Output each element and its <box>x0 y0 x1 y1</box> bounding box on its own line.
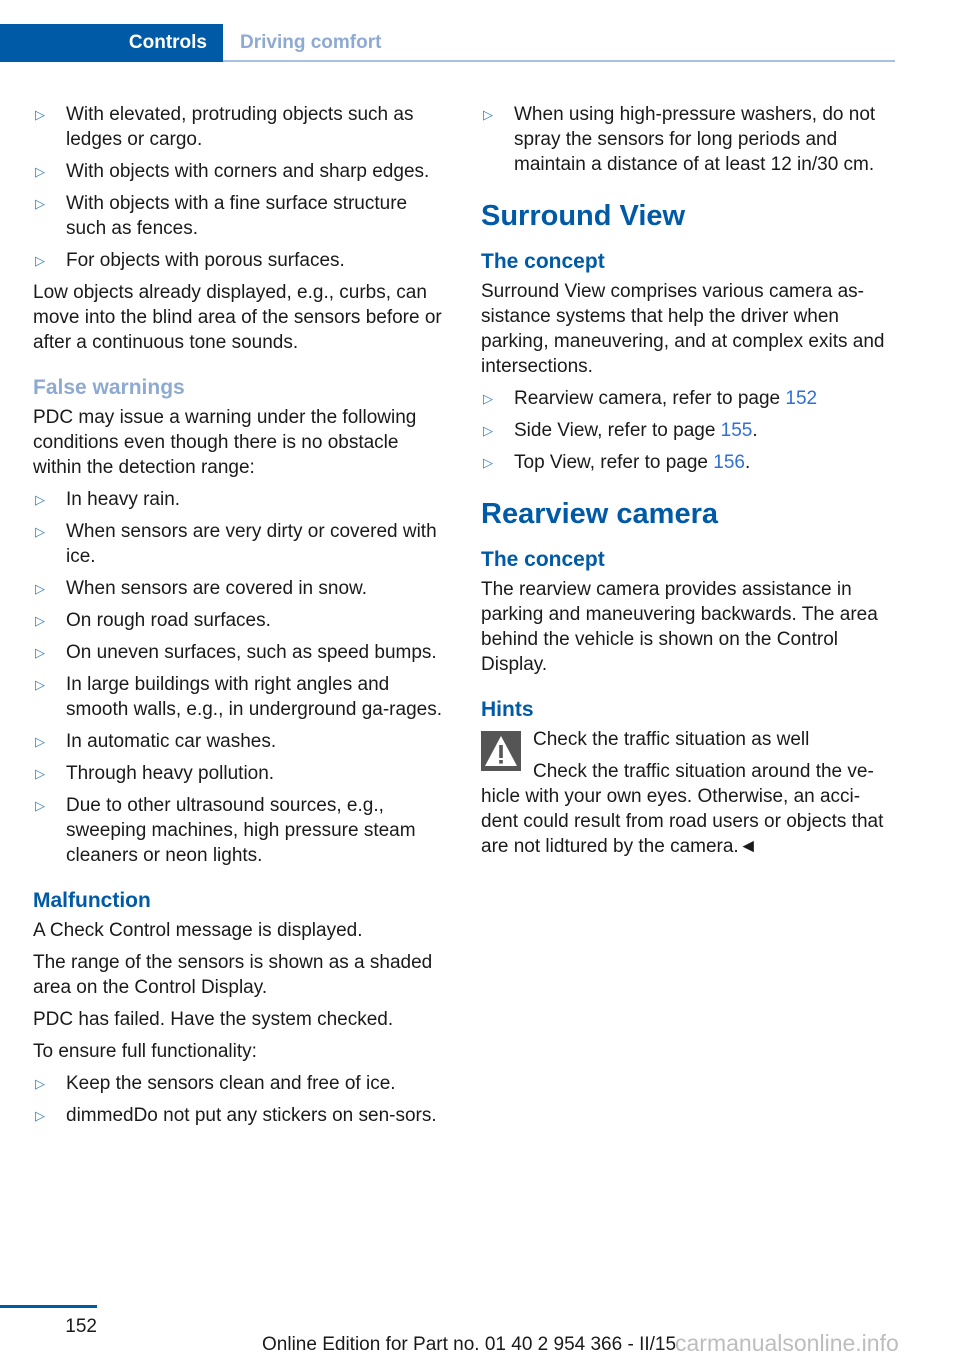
list-item-text: On rough road surfaces. <box>66 610 271 631</box>
hints-heading: Hints <box>481 698 534 721</box>
end-mark-icon: ◄ <box>738 836 758 857</box>
malfunction-paragraph: The range of the sensors is shown as a s… <box>33 952 433 998</box>
chapter-tab-driving-comfort[interactable]: Driving comfort <box>240 24 381 62</box>
header-rule <box>223 60 895 62</box>
right-column: ▷ When using high-pressure washers, do no… <box>481 102 896 866</box>
triangle-bullet-icon: ▷ <box>35 734 45 749</box>
triangle-bullet-icon: ▷ <box>35 164 45 179</box>
list-item: ▷ When sensors are covered in snow. <box>33 576 448 601</box>
list-item: ▷ Keep the sensors clean and free of ice. <box>33 1071 448 1096</box>
page-link-155[interactable]: 155 <box>721 420 753 441</box>
surround-view-refs: ▷ Rearview camera, refer to page 152 ▷ Sid… <box>481 386 896 475</box>
triangle-bullet-icon: ▷ <box>483 391 493 406</box>
edition-label: Online Edition for Part no. 01 40 2 954 … <box>262 1334 677 1355</box>
false-warnings-intro: PDC may issue a warning under the follow… <box>33 407 417 478</box>
surround-view-heading: Surround View <box>481 200 686 232</box>
page-link-156[interactable]: 156 <box>713 452 745 473</box>
triangle-bullet-icon: ▷ <box>35 798 45 813</box>
page-header: Controls Driving comfort <box>0 24 895 62</box>
triangle-bullet-icon: ▷ <box>35 613 45 628</box>
triangle-bullet-icon: ▷ <box>35 253 45 268</box>
triangle-bullet-icon: ▷ <box>35 645 45 660</box>
list-item: ▷ In automatic car washes. <box>33 729 448 754</box>
surround-view-concept-text: Surround View comprises various camera a… <box>481 281 885 377</box>
warning-title: Check the traffic situation as well <box>533 729 810 750</box>
ref-text: Side View, refer to page <box>514 420 721 441</box>
warning-note: Check the traffic situation as well Chec… <box>481 727 896 859</box>
list-item: ▷ Through heavy pollution. <box>33 761 448 786</box>
list-item: ▷ When using high-pressure washers, do no… <box>481 102 896 177</box>
list-item: ▷ When sensors are very dirty or covered … <box>33 519 448 569</box>
ref-text: Rearview camera, refer to page <box>514 388 786 409</box>
false-warnings-heading: False warnings <box>33 376 185 399</box>
list-item-text: In heavy rain. <box>66 489 181 510</box>
watermark: carmanualsonline.info <box>675 1330 899 1356</box>
list-item: ▷ Due to other ultrasound sources, e.g., … <box>33 793 448 868</box>
warning-body: Check the traffic situation around the v… <box>481 761 884 857</box>
detection-limits-list: ▷ With elevated, protruding objects such … <box>33 102 448 273</box>
triangle-bullet-icon: ▷ <box>35 492 45 507</box>
list-item: ▷ dimmedDo not put any stickers on sen-so… <box>33 1103 448 1128</box>
triangle-bullet-icon: ▷ <box>35 524 45 539</box>
list-item: ▷ In heavy rain. <box>33 487 448 512</box>
list-item: ▷ In large buildings with right angles an… <box>33 672 448 722</box>
list-item: ▷ Side View, refer to page 155. <box>481 418 896 443</box>
rearview-concept-heading: The concept <box>481 548 605 571</box>
triangle-bullet-icon: ▷ <box>35 196 45 211</box>
list-item-text: In large buildings with right angles and… <box>66 674 442 720</box>
list-item-text: Due to other ultrasound sources, e.g., s… <box>66 795 416 866</box>
page-link-152[interactable]: 152 <box>785 388 817 409</box>
list-item: ▷ With elevated, protruding objects such … <box>33 102 448 152</box>
washer-list: ▷ When using high-pressure washers, do no… <box>481 102 896 177</box>
warning-triangle-icon <box>481 731 521 771</box>
triangle-bullet-icon: ▷ <box>35 581 45 596</box>
triangle-bullet-icon: ▷ <box>35 107 45 122</box>
ref-suffix: . <box>752 420 758 441</box>
triangle-bullet-icon: ▷ <box>483 423 493 438</box>
list-item-text: Through heavy pollution. <box>66 763 275 784</box>
list-item-text: With objects with corners and sharp edge… <box>66 161 430 182</box>
triangle-bullet-icon: ▷ <box>483 107 493 122</box>
triangle-bullet-icon: ▷ <box>483 455 493 470</box>
list-item-text: When sensors are very dirty or covered w… <box>66 521 437 567</box>
triangle-bullet-icon: ▷ <box>35 1108 45 1123</box>
list-item: ▷ With objects with corners and sharp edg… <box>33 159 448 184</box>
list-item-text: With objects with a fine surface structu… <box>66 193 408 239</box>
section-tab-controls[interactable]: Controls <box>0 24 223 62</box>
list-item-text: With elevated, protruding objects such a… <box>66 104 414 150</box>
rearview-concept-text: The rearview camera provides assistance … <box>481 579 878 675</box>
list-item: ▷ Top View, refer to page 156. <box>481 450 896 475</box>
ref-suffix: . <box>744 452 751 473</box>
triangle-bullet-icon: ▷ <box>35 766 45 781</box>
page-number: 152 <box>65 1316 97 1337</box>
triangle-bullet-icon: ▷ <box>35 1076 45 1091</box>
list-item-text: In automatic car washes. <box>66 731 277 752</box>
list-item-text: Keep the sensors clean and free of ice. <box>66 1073 396 1094</box>
functionality-list: ▷ Keep the sensors clean and free of ice.… <box>33 1071 448 1128</box>
list-item-text: For objects with porous surfaces. <box>66 250 345 271</box>
list-item: ▷ On uneven surfaces, such as speed bumps… <box>33 640 448 665</box>
list-item-text: When sensors are covered in snow. <box>66 578 367 599</box>
false-warnings-list: ▷ In heavy rain. ▷ When sensors are very d… <box>33 487 448 868</box>
malfunction-paragraph: PDC has failed. Have the system checked. <box>33 1009 394 1030</box>
ref-text: Top View, refer to page <box>514 452 714 473</box>
low-objects-paragraph: Low objects already displayed, e.g., cur… <box>33 282 442 353</box>
malfunction-paragraph: To ensure full functionality: <box>33 1041 257 1062</box>
list-item: ▷ Rearview camera, refer to page 152 <box>481 386 896 411</box>
list-item: ▷ For objects with porous surfaces. <box>33 248 448 273</box>
list-item-text: When using high-pressure washers, do not… <box>514 104 876 175</box>
rearview-camera-heading: Rearview camera <box>481 498 718 530</box>
surround-view-concept-heading: The concept <box>481 250 605 273</box>
left-column: ▷ With elevated, protruding objects such … <box>33 102 448 1135</box>
triangle-bullet-icon: ▷ <box>35 677 45 692</box>
list-item-text: dimmedDo not put any stickers on sen-sor… <box>66 1105 437 1126</box>
warning-text: Check the traffic situation around the v… <box>481 759 896 859</box>
malfunction-paragraph: A Check Control message is displayed. <box>33 920 363 941</box>
list-item: ▷ On rough road surfaces. <box>33 608 448 633</box>
list-item-text: On uneven surfaces, such as speed bumps. <box>66 642 437 663</box>
footer-rule <box>0 1305 97 1308</box>
list-item: ▷ With objects with a fine surface struct… <box>33 191 448 241</box>
malfunction-heading: Malfunction <box>33 889 151 912</box>
